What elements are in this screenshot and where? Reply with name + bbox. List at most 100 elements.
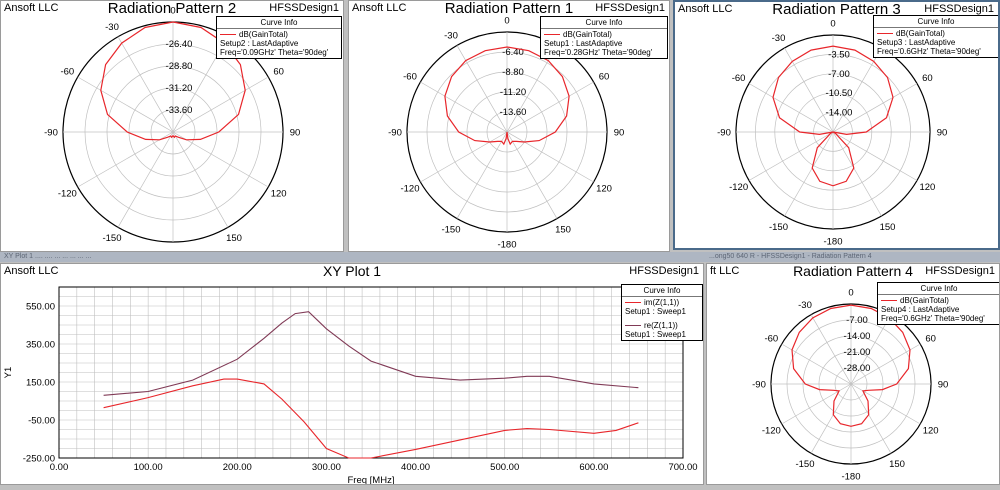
legend-entry: im(Z(1,1)) [625, 298, 699, 307]
legend-setup: Setup1 : LastAdaptive [544, 39, 623, 48]
legend-freq: Freq='0.28GHz' Theta='90deg' [544, 48, 653, 57]
angle-tick-label: 0 [848, 288, 853, 299]
legend-entry: dB(GainTotal) [881, 296, 997, 305]
radial-tick-label: -31.20 [166, 83, 193, 94]
xy-plot-1-panel[interactable]: Ansoft LLC XY Plot 1 HFSSDesign1 0.00 100… [0, 263, 704, 485]
x-tick-label: 500.00 [490, 462, 519, 473]
polar-spoke [850, 383, 921, 425]
curve-info-legend[interactable]: Curve Info dB(GainTotal) Setup3 : LastAd… [873, 15, 998, 58]
angle-tick-label: -150 [795, 459, 814, 470]
angle-tick-label: -120 [729, 182, 748, 193]
x-tick-label: 600.00 [579, 462, 608, 473]
angle-tick-label: 120 [596, 184, 612, 195]
radial-tick-label: -13.60 [500, 107, 527, 118]
curve-info-legend[interactable]: Curve Info im(Z(1,1)) Setup1 : Sweep1 re… [621, 284, 703, 341]
angle-tick-label: -120 [762, 426, 781, 437]
radial-tick-label: -6.40 [502, 47, 524, 58]
radial-tick-label: -7.00 [846, 315, 868, 326]
polar-spoke [832, 131, 918, 181]
angle-tick-label: 0 [504, 16, 509, 27]
polar-spoke [832, 131, 882, 217]
angle-tick-label: -150 [102, 233, 121, 244]
radial-tick-label: -11.20 [500, 87, 526, 98]
y-tick-label: -50.00 [28, 416, 55, 427]
angle-tick-label: 60 [925, 334, 936, 345]
angle-tick-label: -60 [403, 72, 417, 83]
polar-spoke [117, 131, 174, 228]
angle-tick-label: 150 [226, 233, 242, 244]
background-window-titlebar[interactable]: XY Plot 1 .... .... ... ... ... ... ... [0, 252, 705, 262]
radial-tick-label: -26.40 [166, 39, 193, 50]
legend-freq: Freq='0.09GHz' Theta='90deg' [220, 48, 329, 57]
legend-title: Curve Info [541, 17, 667, 29]
curve-info-legend[interactable]: Curve Info dB(GainTotal) Setup4 : LastAd… [877, 282, 999, 325]
angle-tick-label: -120 [400, 184, 419, 195]
radial-tick-label: -21.00 [844, 347, 871, 358]
series-swatch [220, 34, 236, 36]
angle-tick-label: 60 [922, 73, 933, 84]
polar-spoke [77, 76, 174, 133]
legend-entry: dB(GainTotal) [877, 29, 995, 38]
series-swatch [544, 34, 560, 36]
polar-spoke [506, 131, 594, 183]
angle-tick-label: 120 [919, 182, 935, 193]
legend-setup: Setup3 : LastAdaptive [877, 38, 956, 47]
x-tick-label: 700.00 [668, 462, 697, 473]
angle-tick-label: -30 [772, 33, 786, 44]
x-axis-label: Freq [MHz] [348, 475, 395, 485]
series-swatch [881, 300, 897, 302]
x-tick-label: 400.00 [401, 462, 430, 473]
radial-tick-label: -8.80 [502, 67, 524, 78]
angle-tick-label: -90 [388, 128, 402, 139]
radiation-pattern-4-panel[interactable]: ft LLC Radiation Pattern 4 HFSSDesign1 0… [706, 263, 1000, 485]
polar-spoke [781, 383, 852, 425]
angle-tick-label: 90 [290, 128, 301, 139]
legend-setup: Setup1 : Sweep1 [625, 330, 686, 339]
angle-tick-label: 150 [880, 222, 896, 233]
polar-spoke [748, 131, 834, 181]
angle-tick-label: -150 [769, 222, 788, 233]
angle-tick-label: -60 [60, 67, 74, 78]
angle-tick-label: 0 [830, 19, 835, 30]
legend-title: Curve Info [217, 17, 341, 29]
polar-spoke [172, 131, 229, 228]
series-swatch [625, 325, 641, 327]
radiation-pattern-2-panel[interactable]: Ansoft LLC Radiation Pattern 2 HFSSDesig… [0, 0, 344, 252]
angle-tick-label: -90 [717, 128, 731, 139]
radial-tick-label: -28.00 [844, 363, 871, 374]
legend-entry: dB(GainTotal) [544, 30, 664, 39]
x-tick-label: 100.00 [134, 462, 163, 473]
radial-tick-label: -14.00 [844, 331, 871, 342]
series-swatch [625, 302, 641, 304]
angle-tick-label: 150 [889, 459, 905, 470]
angle-tick-label: 90 [938, 380, 949, 391]
legend-series-name: dB(GainTotal) [896, 29, 945, 38]
angle-tick-label: -120 [58, 189, 77, 200]
background-window-titlebar[interactable]: ...ong50 640 R - HFSSDesign1 - Radiation… [705, 252, 1000, 262]
polar-spoke [850, 383, 892, 454]
radiation-pattern-3-panel[interactable]: Ansoft LLC Radiation Pattern 3 HFSSDesig… [673, 0, 1000, 250]
polar-spoke [506, 131, 558, 219]
y-tick-label: -250.00 [23, 454, 55, 465]
angle-tick-label: 0 [170, 6, 175, 17]
polar-spoke [456, 131, 508, 219]
polar-spoke [420, 131, 508, 183]
angle-tick-label: 120 [923, 426, 939, 437]
legend-series-name: dB(GainTotal) [900, 296, 949, 305]
legend-setup: Setup1 : Sweep1 [625, 307, 686, 316]
legend-title: Curve Info [878, 283, 999, 295]
angle-tick-label: 60 [599, 72, 610, 83]
angle-tick-label: 90 [614, 128, 625, 139]
curve-info-legend[interactable]: Curve Info dB(GainTotal) Setup2 : LastAd… [216, 16, 342, 59]
curve-info-legend[interactable]: Curve Info dB(GainTotal) Setup1 : LastAd… [540, 16, 668, 59]
legend-series-name: im(Z(1,1)) [644, 298, 680, 307]
radiation-pattern-1-panel[interactable]: Ansoft LLC Radiation Pattern 1 HFSSDesig… [348, 0, 670, 252]
legend-series-name: re(Z(1,1)) [644, 321, 678, 330]
y-tick-label: 550.00 [26, 302, 55, 313]
legend-setup: Setup4 : LastAdaptive [881, 305, 960, 314]
angle-tick-label: -90 [752, 380, 766, 391]
angle-tick-label: -180 [497, 240, 516, 251]
angle-tick-label: 150 [555, 224, 571, 235]
angle-tick-label: -180 [823, 237, 842, 248]
polar-spoke [420, 81, 508, 133]
